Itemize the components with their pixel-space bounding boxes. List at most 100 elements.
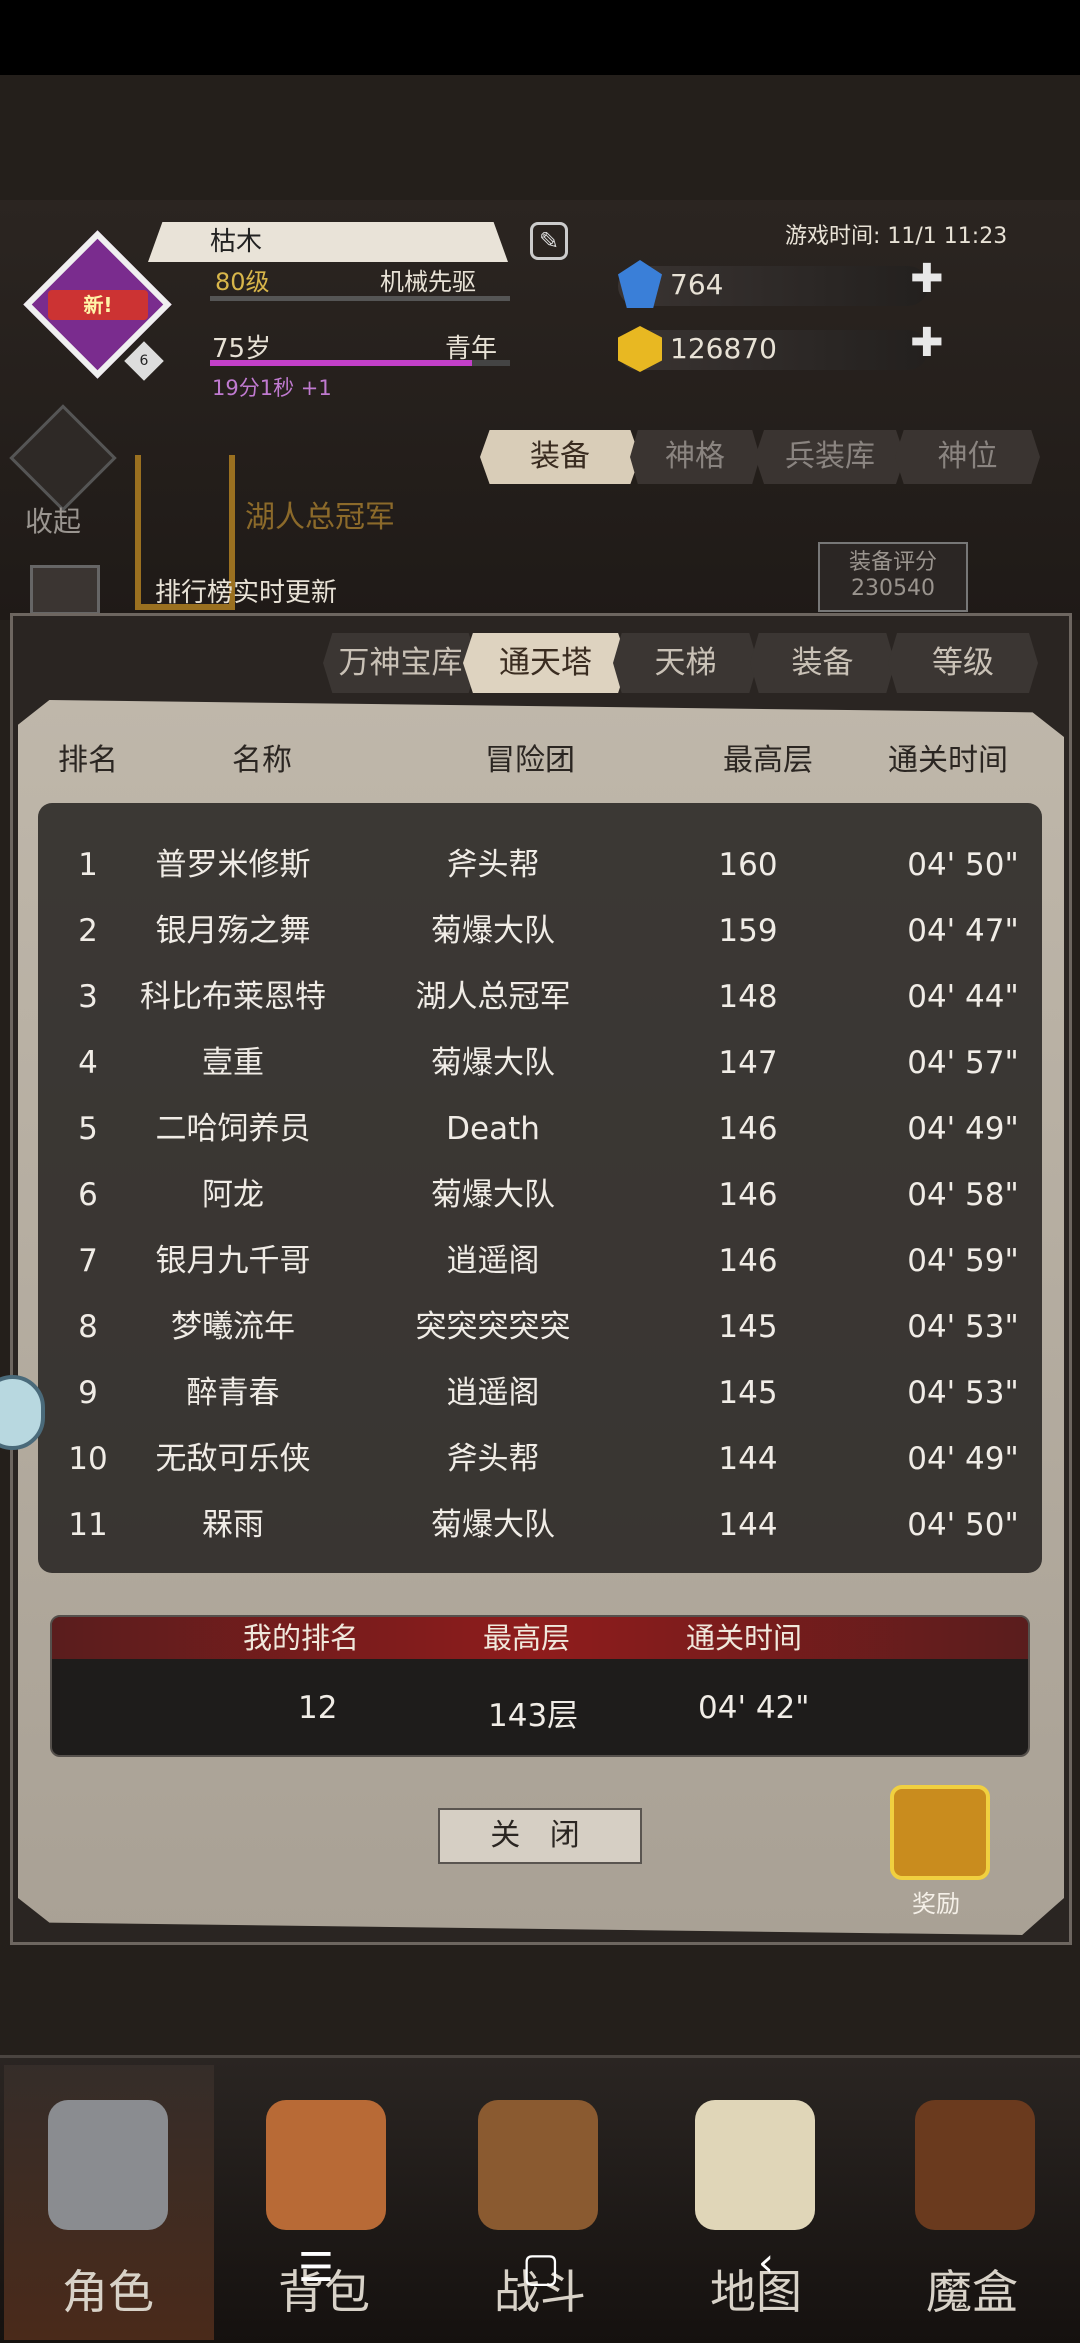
row-floor: 146 [718,1177,778,1213]
player-class: 机械先驱 [380,268,476,296]
score-label: 装备评分 [848,550,937,575]
table-row[interactable]: 4 壹重 菊爆大队 147 04' 57" [38,1030,1042,1096]
system-home-button[interactable]: ▢ [522,2245,560,2291]
row-team: 菊爆大队 [431,1177,555,1213]
table-row[interactable]: 3 科比布莱恩特 湖人总冠军 148 04' 44" [38,964,1042,1030]
row-time: 04' 50" [907,847,1019,883]
row-name: 无敌可乐侠 [155,1441,311,1477]
tab-rank-level[interactable]: 等级 [888,633,1038,693]
row-name: 槑雨 [202,1507,264,1543]
column-header-team: 冒险团 [485,743,575,778]
column-header-name: 名称 [232,743,292,778]
row-rank: 9 [78,1375,98,1411]
magic-box-icon[interactable] [915,2100,1035,2230]
row-name: 银月九千哥 [155,1243,311,1279]
row-team: 逍遥阁 [446,1243,540,1279]
row-team: 斧头帮 [446,847,540,883]
name-plate [148,222,508,262]
row-team: 菊爆大队 [431,913,555,949]
row-team: Death [446,1111,540,1147]
tab-equipment[interactable]: 装备 [480,430,640,484]
row-rank: 7 [78,1243,98,1279]
my-floor-label: 最高层 [483,1621,571,1655]
my-time-value: 04' 42" [698,1690,810,1726]
row-name: 二哈饲养员 [155,1111,311,1147]
table-row[interactable]: 2 银月殇之舞 菊爆大队 159 04' 47" [38,898,1042,964]
emblem-level-badge: 6 [124,341,164,381]
tab-pantheon-vault[interactable]: 万神宝库 [323,633,478,693]
row-team: 突突突突突 [415,1309,571,1345]
tab-god-seat[interactable]: 神位 [895,430,1040,484]
tab-arsenal[interactable]: 兵装库 [755,430,905,484]
row-time: 04' 53" [907,1309,1019,1345]
row-team: 菊爆大队 [431,1045,555,1081]
table-row[interactable]: 7 银月九千哥 逍遥阁 146 04' 59" [38,1228,1042,1294]
player-name: 枯木 [210,227,263,257]
row-time: 04' 49" [907,1441,1019,1477]
backpack-icon[interactable] [266,2100,386,2230]
row-floor: 145 [718,1375,778,1411]
row-team: 菊爆大队 [431,1507,555,1543]
row-name: 银月殇之舞 [155,913,311,949]
player-level: 80级 [215,268,270,296]
helmet-icon[interactable] [48,2100,168,2230]
row-team: 斧头帮 [446,1441,540,1477]
mail-icon[interactable] [30,565,100,615]
game-time: 游戏时间: 11/1 11:23 [785,224,1008,249]
row-rank: 8 [78,1309,98,1345]
row-floor: 146 [718,1111,778,1147]
table-row[interactable]: 10 无敌可乐侠 斧头帮 144 04' 49" [38,1426,1042,1492]
gem-amount: 764 [670,268,724,301]
table-row[interactable]: 9 醉青春 逍遥阁 145 04' 53" [38,1360,1042,1426]
row-time: 04' 58" [907,1177,1019,1213]
table-row[interactable]: 8 梦曦流年 突突突突突 145 04' 53" [38,1294,1042,1360]
row-time: 04' 47" [907,913,1019,949]
age-progress-fill [210,360,472,366]
system-back-button[interactable]: ‹ [758,2240,774,2286]
reward-label: 奖励 [912,1890,960,1918]
tab-sky-tower[interactable]: 通天塔 [463,633,628,693]
row-rank: 2 [78,913,98,949]
treasure-chest-icon[interactable] [890,1785,990,1880]
edit-name-icon[interactable]: ✎ [530,222,568,260]
new-badge: 新! [48,290,148,320]
row-rank: 4 [78,1045,98,1081]
table-row[interactable]: 1 普罗米修斯 斧头帮 160 04' 50" [38,832,1042,898]
banner-champion: 湖人总冠军 [245,500,395,535]
score-value: 230540 [851,576,935,601]
table-row[interactable]: 6 阿龙 菊爆大队 146 04' 58" [38,1162,1042,1228]
add-gold-button[interactable]: ✚ [910,320,944,366]
row-name: 梦曦流年 [171,1309,295,1345]
row-rank: 11 [68,1507,108,1543]
equipment-score: 装备评分 230540 [818,542,968,612]
tab-rank-equipment[interactable]: 装备 [750,633,895,693]
gem-counter [618,266,928,306]
collapse-label: 收起 [25,505,82,538]
tab-ladder[interactable]: 天梯 [613,633,758,693]
row-name: 壹重 [202,1045,264,1081]
nav-magic-box[interactable]: 魔盒 [864,2256,1080,2322]
row-name: 醉青春 [186,1375,280,1411]
row-floor: 159 [718,913,778,949]
sword-shield-icon[interactable] [478,2100,598,2230]
table-row[interactable]: 11 槑雨 菊爆大队 144 04' 50" [38,1492,1042,1558]
add-gems-button[interactable]: ✚ [910,256,944,302]
system-menu-button[interactable]: ☰ [298,2245,334,2291]
row-time: 04' 59" [907,1243,1019,1279]
row-name: 科比布莱恩特 [140,979,326,1015]
table-row[interactable]: 5 二哈饲养员 Death 146 04' 49" [38,1096,1042,1162]
my-rank-value: 12 [298,1690,338,1726]
close-button[interactable]: 关 闭 [438,1808,642,1864]
row-floor: 144 [718,1507,778,1543]
row-team: 逍遥阁 [446,1375,540,1411]
map-scroll-icon[interactable] [695,2100,815,2230]
row-time: 04' 57" [907,1045,1019,1081]
my-floor-value: 143层 [488,1698,579,1734]
my-time-label: 通关时间 [686,1621,803,1655]
row-time: 04' 50" [907,1507,1019,1543]
nav-character[interactable]: 角色 [0,2256,216,2322]
tab-divinity[interactable]: 神格 [630,430,760,484]
row-floor: 146 [718,1243,778,1279]
nav-map[interactable]: 地图 [648,2256,864,2322]
row-team: 湖人总冠军 [415,979,571,1015]
